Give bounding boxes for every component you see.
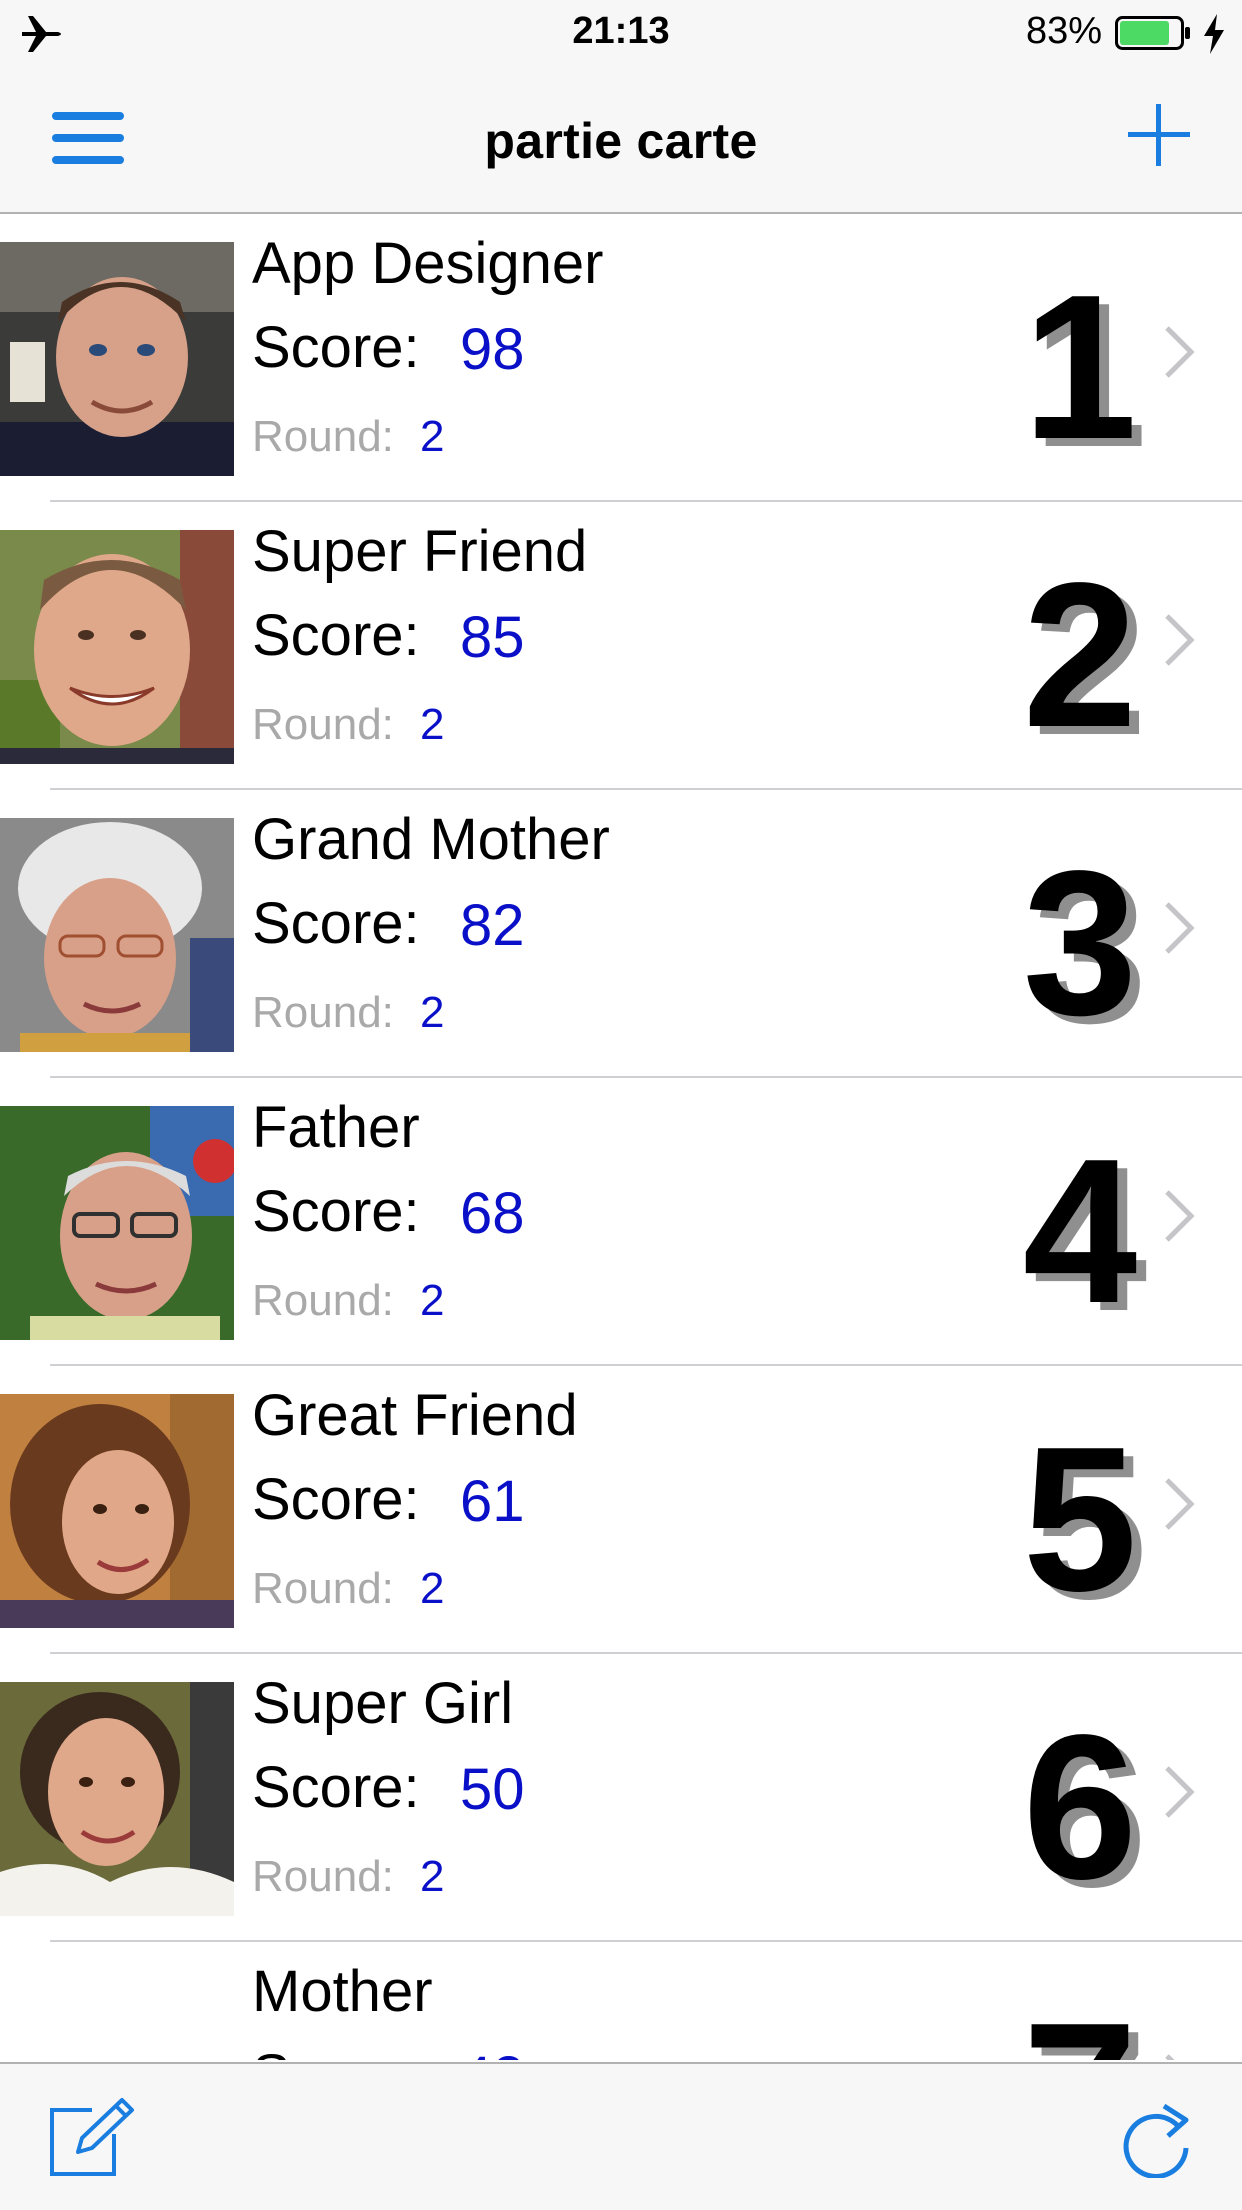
avatar: [0, 1682, 234, 1916]
player-row[interactable]: Great Friend Score: 61 Round: 2 5: [0, 1366, 1242, 1654]
rank-number: 6: [1022, 1692, 1138, 1922]
round-label: Round:: [252, 412, 394, 461]
bottom-toolbar: [0, 2062, 1242, 2210]
player-row[interactable]: App Designer Score: 98 Round: 2 1: [0, 214, 1242, 502]
round-value: 2: [420, 1564, 445, 1613]
score-value: 98: [460, 317, 525, 382]
player-name: App Designer: [252, 231, 604, 296]
chevron-right-icon: [1165, 902, 1195, 954]
battery-percent: 83%: [1025, 10, 1102, 52]
score-label: Score:: [252, 1179, 420, 1244]
player-name: Father: [252, 1095, 420, 1160]
status-bar: 21:13 83%: [0, 0, 1242, 70]
round-label: Round:: [252, 1852, 394, 1901]
chevron-right-icon: [1165, 1478, 1195, 1530]
rank-number: 5: [1022, 1404, 1138, 1634]
chevron-right-icon: [1165, 2054, 1175, 2060]
player-row[interactable]: Super Friend Score: 85 Round: 2 2: [0, 502, 1242, 790]
rank-number: 4: [1022, 1116, 1138, 1346]
navigation-bar: partie carte: [0, 70, 1242, 214]
score-label: Score:: [252, 603, 420, 668]
player-list: App Designer Score: 98 Round: 2 1 Super …: [0, 214, 1242, 2060]
lightning-bolt-icon: [1204, 14, 1224, 54]
score-value: 61: [460, 1469, 525, 1534]
player-name: Grand Mother: [252, 807, 610, 872]
rank-number: 7: [1000, 1992, 1160, 2060]
round-value: 2: [420, 412, 445, 461]
score-value: 50: [460, 1757, 525, 1822]
avatar: [0, 242, 234, 476]
rank-number: 2: [1022, 540, 1138, 770]
player-row[interactable]: Father Score: 68 Round: 2 4: [0, 1078, 1242, 1366]
round-label: Round:: [252, 1276, 394, 1325]
player-name: Mother: [252, 1959, 433, 2024]
player-row[interactable]: Mother Score: 42 Round: 2 7: [0, 1942, 1242, 2060]
compose-icon[interactable]: [48, 2096, 136, 2178]
round-value: 2: [420, 988, 445, 1037]
score-label: Score:: [252, 1755, 420, 1820]
round-label: Round:: [252, 988, 394, 1037]
avatar: [0, 530, 234, 764]
round-value: 2: [420, 1852, 445, 1901]
round-value: 2: [420, 700, 445, 749]
round-label: Round:: [252, 1564, 394, 1613]
player-row[interactable]: Super Girl Score: 50 Round: 2 6: [0, 1654, 1242, 1942]
chevron-right-icon: [1165, 1190, 1195, 1242]
battery-icon: [1115, 16, 1190, 50]
chevron-right-icon: [1165, 326, 1195, 378]
page-title: partie carte: [484, 113, 758, 169]
player-name: Super Friend: [252, 519, 588, 584]
player-name: Super Girl: [252, 1671, 514, 1736]
rank-number: 1: [1022, 252, 1138, 482]
avatar: [0, 1106, 234, 1340]
chevron-right-icon: [1165, 614, 1195, 666]
round-value: 2: [420, 1276, 445, 1325]
avatar: [0, 818, 234, 1052]
player-name: Great Friend: [252, 1383, 578, 1448]
score-label: Score:: [252, 1467, 420, 1532]
score-value: 68: [460, 1181, 525, 1246]
rank-number: 3: [1022, 828, 1138, 1058]
round-label: Round:: [252, 700, 394, 749]
avatar: [0, 1394, 234, 1628]
refresh-icon[interactable]: [1120, 2098, 1196, 2178]
score-value: 42: [460, 2044, 525, 2060]
score-label: Score:: [252, 891, 420, 956]
score-value: 85: [460, 605, 525, 670]
avatar: [0, 1970, 234, 2060]
score-label: Score:: [252, 2042, 420, 2060]
score-value: 82: [460, 893, 525, 958]
player-row[interactable]: Grand Mother Score: 82 Round: 2 3: [0, 790, 1242, 1078]
plus-icon[interactable]: [1126, 102, 1192, 168]
score-label: Score:: [252, 315, 420, 380]
chevron-right-icon: [1165, 1766, 1195, 1818]
